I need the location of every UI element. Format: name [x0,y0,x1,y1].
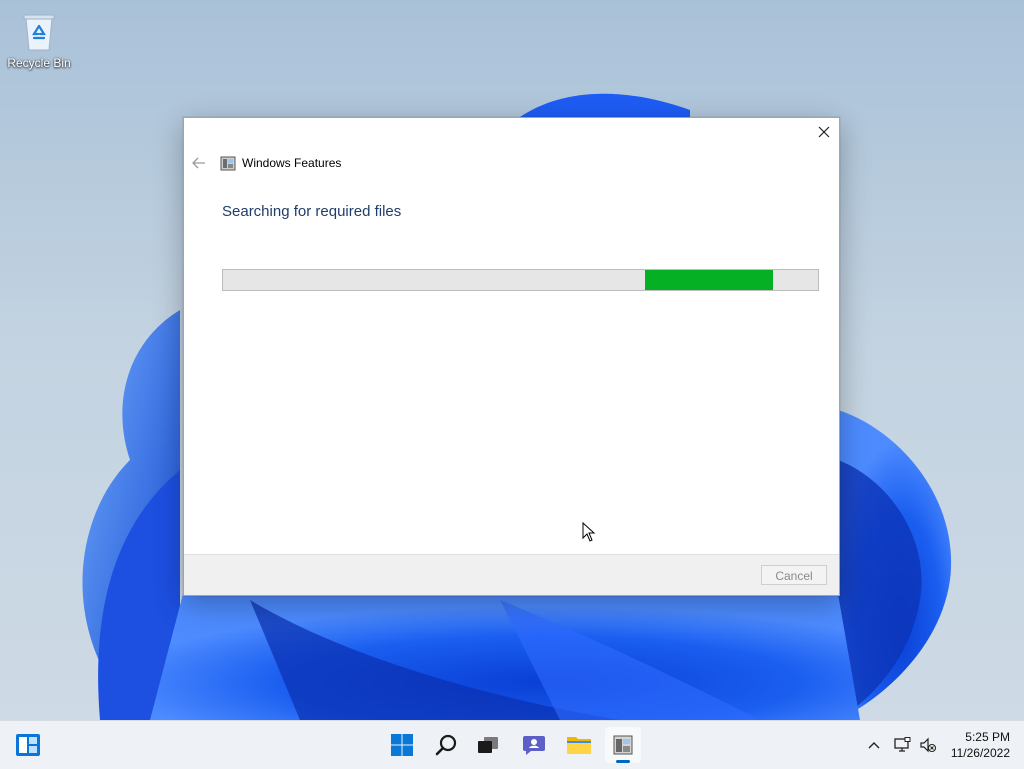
widgets-button[interactable] [10,727,46,763]
widgets-icon [16,734,40,756]
chat-button[interactable] [516,727,552,763]
start-button[interactable] [384,727,420,763]
chevron-up-icon [868,742,880,749]
windows-features-icon [220,156,236,171]
windows-start-icon [391,734,413,756]
windows-features-taskbar-button[interactable] [605,727,641,763]
mouse-pointer-icon [582,522,596,542]
search-button[interactable] [429,727,465,763]
teams-chat-icon [523,736,545,755]
close-icon [818,126,830,138]
volume-button[interactable] [918,735,938,755]
back-button[interactable] [190,154,208,172]
file-explorer-button[interactable] [561,727,597,763]
dialog-footer: Cancel [184,554,839,595]
windows-features-icon [613,735,633,755]
clock-date: 11/26/2022 [950,746,1010,760]
system-clock[interactable]: 5:25 PM 11/26/2022 [951,729,1010,761]
desktop-icon-recycle-bin[interactable]: Recycle Bin [6,8,72,70]
search-icon [435,734,457,756]
progress-bar-fill [645,270,774,290]
taskbar: 5:25 PM 11/26/2022 [0,720,1024,769]
folder-icon [567,737,591,754]
progress-bar [222,269,819,291]
volume-muted-icon [920,737,937,753]
clock-time: 5:25 PM [965,730,1010,744]
status-heading: Searching for required files [222,203,402,220]
cancel-button[interactable]: Cancel [761,565,827,585]
recycle-bin-icon [22,12,56,52]
network-button[interactable] [892,735,912,755]
show-hidden-icons-button[interactable] [864,735,884,755]
task-view-icon [478,737,498,753]
back-arrow-icon [192,157,205,169]
network-icon [894,737,911,752]
dialog-title-row: Windows Features [220,154,341,172]
desktop-icon-label: Recycle Bin [7,56,71,70]
close-button[interactable] [809,118,839,146]
dialog-title: Windows Features [242,156,342,170]
windows-features-dialog: Windows Features Searching for required … [183,117,840,596]
task-view-button[interactable] [470,727,506,763]
